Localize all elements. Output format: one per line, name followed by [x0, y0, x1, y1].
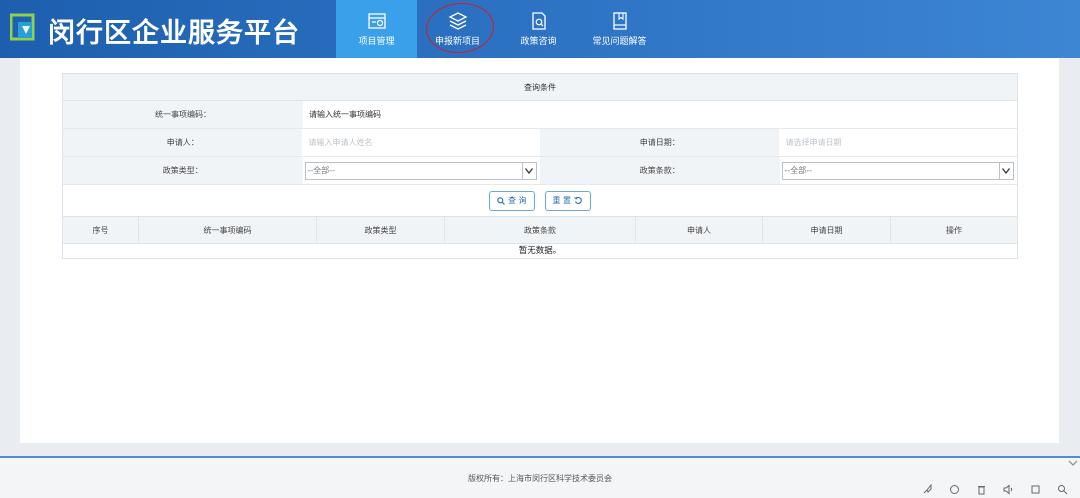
query-row-policy: 政策类型： --全部-- 政策条款： --全部--	[63, 157, 1017, 185]
top-nav: 项目管理 申报新项目 政策咨询 常见问题解答	[336, 0, 660, 58]
query-row-applicant: 申请人： 请输入申请人姓名 申请日期： 请选择申请日期	[63, 129, 1017, 157]
top-header: 闵行区企业服务平台 项目管理 申报新项目 政策咨询 常见问题解答	[0, 0, 1080, 58]
policy-type-value: --全部--	[307, 165, 336, 175]
main-content: 查询条件 统一事项编码： 请输入统一事项编码 申请人： 请输入申请人姓名 申请日…	[20, 58, 1059, 443]
search-button-label: 查 询	[507, 196, 527, 205]
empty-cell	[541, 101, 1017, 128]
book-icon	[612, 12, 627, 30]
speaker-icon[interactable]	[1003, 484, 1014, 495]
window-icon[interactable]	[1030, 484, 1041, 495]
applicant-input[interactable]: 请输入申请人姓名	[302, 129, 540, 156]
column-header: 申请人	[636, 217, 763, 243]
copyright-text: 版权所有：上海市闵行区科学技术委员会	[468, 474, 612, 483]
nav-label: 政策咨询	[520, 37, 557, 47]
policy-type-select[interactable]: --全部--	[304, 161, 537, 180]
nav-item-faq[interactable]: 常见问题解答	[579, 0, 660, 58]
search-icon[interactable]	[1057, 484, 1068, 495]
reset-button[interactable]: 重 置	[544, 190, 592, 211]
reset-button-label: 重 置	[552, 196, 572, 205]
policy-clause-label: 政策条款：	[540, 157, 780, 184]
results-table-header: 序号 统一事项编码 政策类型 政策条款 申请人 申请日期 操作	[63, 217, 1017, 244]
column-header: 操作	[946, 225, 962, 235]
query-row-code: 统一事项编码： 请输入统一事项编码	[63, 101, 1017, 129]
document-search-icon	[531, 12, 546, 30]
refresh-icon[interactable]	[949, 484, 960, 495]
empty-table-message: 暂无数据。	[518, 246, 562, 256]
policy-clause-select[interactable]: --全部--	[781, 161, 1014, 180]
query-panel-title: 查询条件	[63, 74, 1017, 101]
query-panel: 查询条件 统一事项编码： 请输入统一事项编码 申请人： 请输入申请人姓名 申请日…	[62, 73, 1018, 259]
column-header: 序号	[63, 217, 139, 243]
policy-type-label: 政策类型：	[63, 157, 303, 184]
scroll-chevron-icon[interactable]	[1068, 459, 1080, 473]
nav-label: 项目管理	[358, 37, 395, 47]
column-header: 政策类型	[317, 217, 445, 243]
applicant-label: 申请人：	[63, 129, 303, 156]
date-input[interactable]: 请选择申请日期	[779, 129, 1017, 156]
reset-icon	[574, 196, 582, 204]
trash-icon[interactable]	[976, 484, 987, 495]
rocket-icon[interactable]	[922, 483, 933, 495]
nav-label: 常见问题解答	[592, 37, 647, 47]
nav-item-policy-consult[interactable]: 政策咨询	[498, 0, 579, 58]
column-header: 政策条款	[445, 217, 636, 243]
query-buttons: 查 询 重 置	[63, 185, 1017, 217]
date-label: 申请日期：	[540, 129, 780, 156]
policy-clause-value: --全部--	[784, 165, 813, 175]
chevron-down-icon	[998, 162, 1013, 179]
platform-logo-icon	[10, 13, 35, 41]
search-icon	[497, 196, 505, 205]
code-label: 统一事项编码：	[63, 101, 303, 128]
bottom-toolbar	[922, 483, 1068, 495]
code-input[interactable]: 请输入统一事项编码	[303, 101, 541, 128]
chevron-down-icon	[521, 162, 536, 179]
column-header: 申请日期	[763, 217, 891, 243]
brand-title: 闵行区企业服务平台	[48, 18, 300, 49]
folder-settings-icon	[367, 13, 386, 29]
column-header: 统一事项编码	[139, 217, 317, 243]
nav-item-project-management[interactable]: 项目管理	[336, 0, 417, 58]
search-button[interactable]: 查 询	[488, 190, 535, 211]
